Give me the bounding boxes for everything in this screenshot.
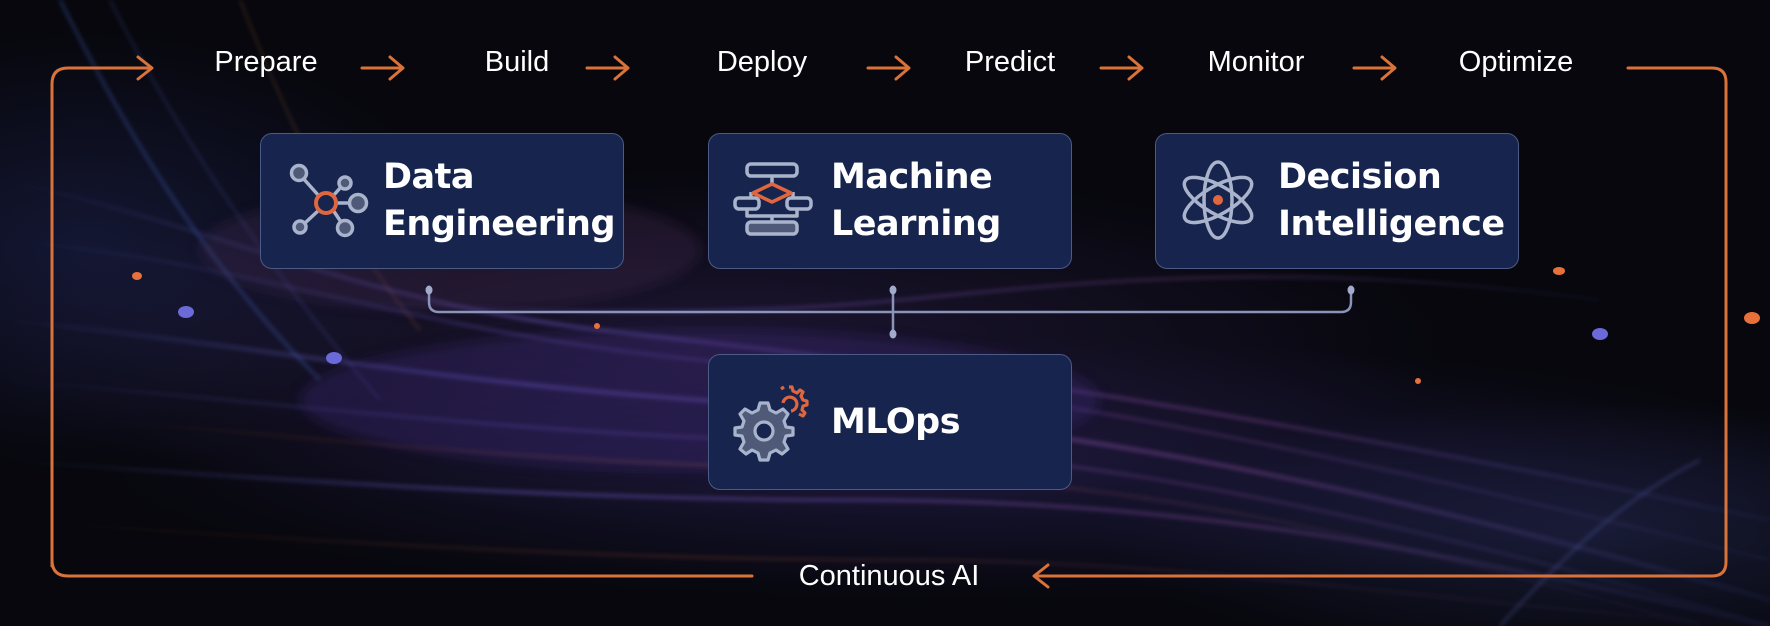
cycle-path-left [50, 66, 152, 568]
card-decision-intelligence: Decision Intelligence [1155, 133, 1519, 269]
step-build: Build [484, 46, 550, 78]
network-nodes-icon [289, 163, 369, 238]
card-label: Data Engineering [383, 154, 616, 248]
connector-lines [427, 288, 1353, 336]
card-title-line2: Intelligence [1278, 204, 1505, 244]
card-title-line1: Data [383, 157, 475, 197]
card-title-line1: Machine [831, 157, 993, 197]
atom-icon [1182, 160, 1254, 240]
card-machine-learning: Machine Learning [708, 133, 1072, 269]
card-title-line2: Learning [831, 204, 1001, 244]
flowchart-icon [733, 162, 813, 236]
step-prepare: Prepare [214, 46, 318, 78]
card-title-line1: MLOps [831, 401, 961, 442]
card-title-line2: Engineering [383, 204, 616, 244]
step-monitor: Monitor [1207, 46, 1305, 78]
card-label: Machine Learning [831, 154, 1001, 248]
card-title-line1: Decision [1278, 157, 1442, 197]
step-predict: Predict [964, 46, 1056, 78]
gears-icon [733, 385, 809, 462]
cycle-frame [50, 55, 1728, 589]
cycle-label-continuous-ai: Continuous AI [798, 560, 980, 592]
card-data-engineering: Data Engineering [260, 133, 624, 269]
card-label: MLOps [831, 399, 961, 446]
cycle-path-bottom-left [50, 558, 754, 578]
card-mlops: MLOps [708, 354, 1072, 490]
card-label: Decision Intelligence [1278, 154, 1505, 248]
step-optimize: Optimize [1458, 46, 1574, 78]
step-deploy: Deploy [716, 46, 808, 78]
